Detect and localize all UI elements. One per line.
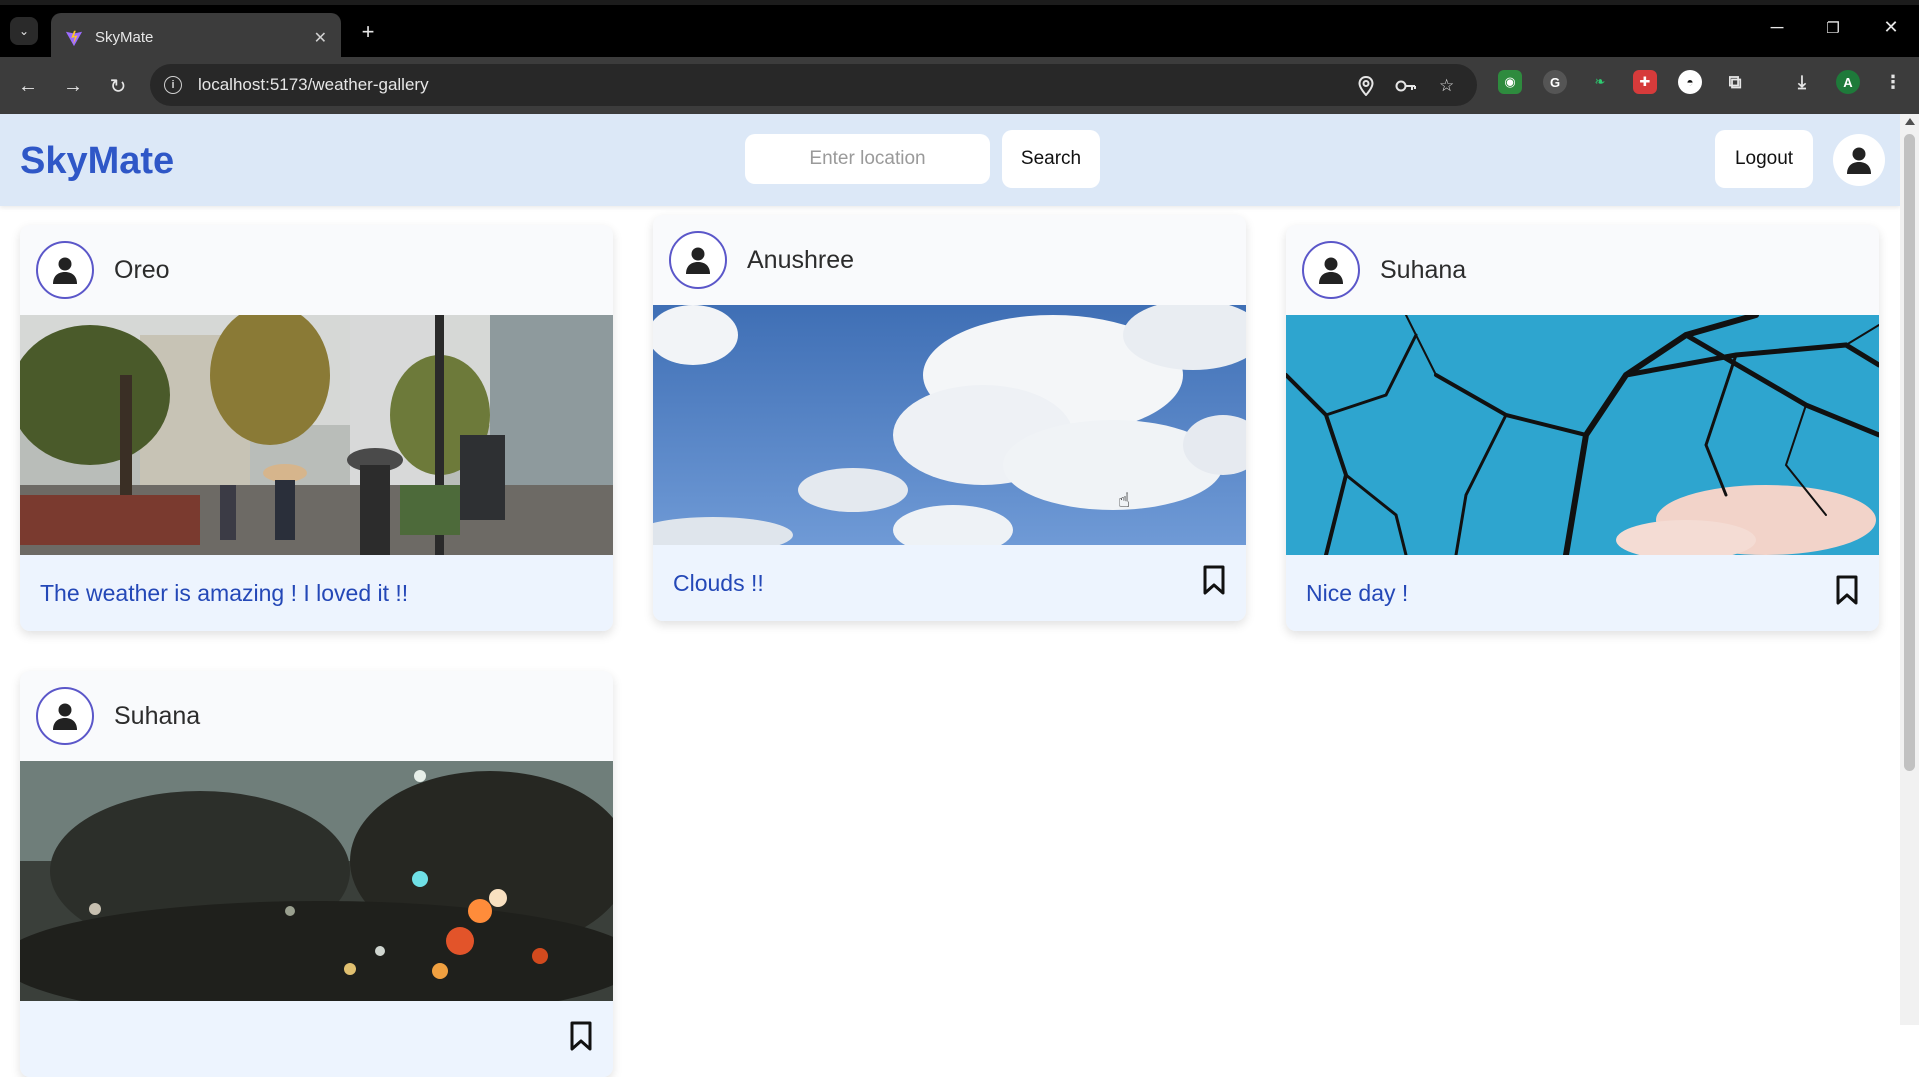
browser-toolbar: ← → ↻ i localhost:5173/weather-gallery ☆…	[0, 57, 1919, 114]
password-key-icon[interactable]	[1395, 76, 1417, 96]
forward-icon[interactable]: →	[58, 71, 88, 101]
close-window-icon[interactable]: ✕	[1876, 17, 1906, 38]
tab-search-button[interactable]: ⌄	[10, 17, 38, 45]
post-caption: Clouds !!	[673, 569, 764, 596]
location-search-input[interactable]	[745, 134, 990, 184]
post-username: Suhana	[1380, 255, 1467, 284]
bookmark-icon[interactable]	[1202, 565, 1226, 595]
extension-green-icon[interactable]: ◉	[1498, 70, 1522, 94]
back-icon[interactable]: ←	[13, 71, 43, 101]
hand-cursor-icon: ☝	[1118, 490, 1131, 512]
post-username: Suhana	[114, 701, 201, 730]
post-header: Oreo	[20, 225, 613, 315]
post-header: Suhana	[20, 671, 613, 761]
post-footer: Nice day !	[1286, 555, 1879, 631]
search-button[interactable]: Search	[1002, 130, 1100, 188]
post-username: Anushree	[747, 245, 855, 274]
url-text: localhost:5173/weather-gallery	[198, 75, 429, 94]
browser-tab[interactable]: SkyMate ✕	[51, 13, 341, 62]
page-scrollbar[interactable]	[1900, 114, 1919, 1025]
bookmark-icon[interactable]	[1835, 575, 1859, 605]
close-tab-icon[interactable]: ✕	[314, 28, 327, 48]
post-card: Suhana	[20, 671, 613, 1077]
post-caption: Nice day !	[1306, 579, 1409, 606]
extension-spy-icon[interactable]: ◓	[1678, 70, 1702, 94]
app-header: SkyMate Search Logout	[0, 114, 1900, 206]
reload-icon[interactable]: ↻	[103, 71, 133, 101]
post-image	[20, 315, 613, 555]
post-image	[1286, 315, 1879, 555]
user-avatar-icon	[669, 231, 727, 289]
restore-icon[interactable]: ❐	[1818, 19, 1848, 37]
bookmark-star-icon[interactable]: ☆	[1439, 76, 1454, 96]
user-avatar-icon	[36, 241, 94, 299]
post-footer: Clouds !!	[653, 545, 1246, 621]
post-image	[653, 305, 1246, 545]
browser-menu-icon[interactable]: ⋮	[1881, 70, 1905, 94]
brand-logo[interactable]: SkyMate	[20, 140, 174, 183]
downloads-icon[interactable]: ⤓	[1790, 70, 1814, 94]
browser-tab-strip: ⌄ SkyMate ✕ + ─ ❐ ✕	[0, 0, 1919, 62]
extensions-puzzle-icon[interactable]: ⧉	[1723, 70, 1747, 94]
scroll-thumb[interactable]	[1904, 134, 1915, 771]
extension-red-icon[interactable]: ✚	[1633, 70, 1657, 94]
user-profile-icon[interactable]	[1833, 134, 1885, 186]
site-info-icon[interactable]: i	[164, 76, 182, 94]
user-avatar-icon	[36, 687, 94, 745]
post-footer	[20, 1001, 613, 1077]
location-pin-icon[interactable]	[1358, 76, 1374, 96]
vite-favicon-icon	[65, 30, 83, 46]
tab-title: SkyMate	[95, 29, 154, 46]
post-header: Suhana	[1286, 225, 1879, 315]
post-card: Anushree Clouds !!	[653, 215, 1246, 621]
minimize-icon[interactable]: ─	[1762, 17, 1792, 38]
extension-grammarly-icon[interactable]: G	[1543, 70, 1567, 94]
post-image	[20, 761, 613, 1001]
post-footer: The weather is amazing ! I loved it !!	[20, 555, 613, 631]
scroll-up-arrow-icon[interactable]	[1905, 118, 1915, 125]
post-username: Oreo	[114, 255, 170, 284]
post-header: Anushree	[653, 215, 1246, 305]
profile-avatar-icon[interactable]: A	[1836, 70, 1860, 94]
bookmark-icon[interactable]	[569, 1021, 593, 1051]
new-tab-icon[interactable]: +	[355, 19, 381, 45]
post-card: Suhana Nice day !	[1286, 225, 1879, 631]
user-avatar-icon	[1302, 241, 1360, 299]
logout-button[interactable]: Logout	[1715, 130, 1813, 188]
extension-leaf-icon[interactable]: ❧	[1588, 70, 1612, 94]
post-card: Oreo The weather is amazing ! I loved it	[20, 225, 613, 631]
post-caption: The weather is amazing ! I loved it !!	[40, 579, 409, 606]
address-bar[interactable]: i localhost:5173/weather-gallery ☆	[150, 64, 1477, 106]
